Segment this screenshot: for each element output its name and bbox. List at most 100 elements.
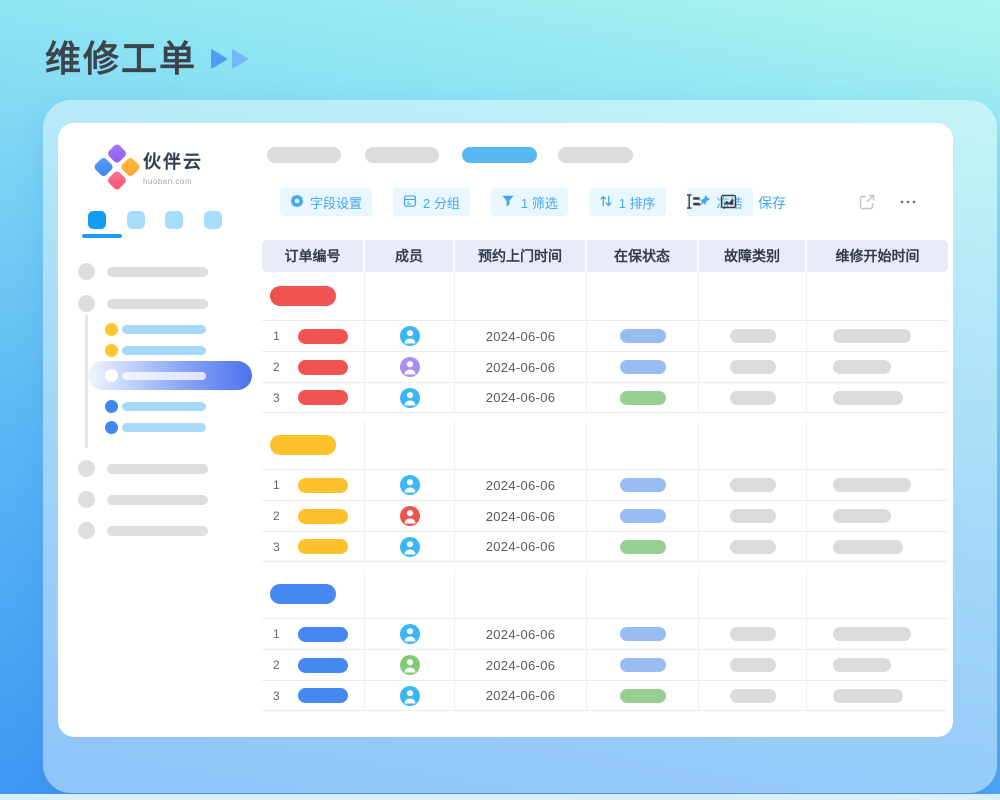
share-icon[interactable] xyxy=(858,193,876,216)
sidebar-tab-3[interactable] xyxy=(165,211,183,229)
appointment-date: 2024-06-06 xyxy=(455,470,587,500)
sidebar-tree-item[interactable] xyxy=(105,323,206,336)
sidebar-item[interactable] xyxy=(78,263,208,280)
toolbar-button-label: 1 排序 xyxy=(619,193,656,212)
table-group-blue: 12024-06-0622024-06-0632024-06-06 xyxy=(262,570,948,711)
placeholder-bar xyxy=(107,299,208,309)
toolbar-button-label: 1 筛选 xyxy=(521,193,558,212)
group-header-cell xyxy=(699,570,807,618)
view-tab-2[interactable] xyxy=(365,147,439,163)
group-header-cell xyxy=(365,570,455,618)
row-height-icon[interactable] xyxy=(685,193,702,215)
table-cell xyxy=(365,619,455,649)
table-group-yellow: 12024-06-0622024-06-0632024-06-06 xyxy=(262,421,948,562)
group-header-cell xyxy=(455,272,587,320)
table-cell: 3 xyxy=(262,383,365,412)
column-header[interactable]: 故障类别 xyxy=(699,240,807,272)
sidebar-item[interactable] xyxy=(78,522,208,539)
sidebar-item[interactable] xyxy=(78,460,208,477)
placeholder-dot xyxy=(78,460,95,477)
table-row[interactable]: 12024-06-06 xyxy=(262,469,948,500)
sidebar-item[interactable] xyxy=(78,295,208,312)
1 筛选-button[interactable]: 1 筛选 xyxy=(491,188,568,216)
sidebar-tree-item[interactable] xyxy=(105,421,206,434)
table-cell xyxy=(807,321,948,351)
table-cell xyxy=(365,681,455,710)
table-cell xyxy=(699,650,807,680)
view-tab-1[interactable] xyxy=(267,147,341,163)
page-header: 维修工单 xyxy=(45,30,248,82)
group-header-cell xyxy=(262,570,365,618)
double-play-icon xyxy=(211,49,248,69)
table-cell: 2 xyxy=(262,501,365,531)
1 排序-button[interactable]: 1 排序 xyxy=(589,188,666,216)
table-cell xyxy=(365,470,455,500)
table-cell xyxy=(699,619,807,649)
sidebar-tab-4[interactable] xyxy=(204,211,222,229)
group-header-cell xyxy=(455,421,587,469)
table-row[interactable]: 32024-06-06 xyxy=(262,382,948,413)
data-table: 订单编号成员预约上门时间在保状态故障类别维修开始时间12024-06-06220… xyxy=(262,240,948,711)
row-number: 3 xyxy=(273,540,283,554)
table-cell xyxy=(699,383,807,412)
table-row[interactable]: 12024-06-06 xyxy=(262,618,948,649)
2 分组-button[interactable]: 2 分组 xyxy=(393,188,470,216)
group-label-pill xyxy=(270,584,336,604)
column-header[interactable]: 订单编号 xyxy=(262,240,365,272)
column-header[interactable]: 维修开始时间 xyxy=(807,240,948,272)
table-row[interactable]: 22024-06-06 xyxy=(262,351,948,382)
sidebar-tab-1[interactable] xyxy=(88,211,106,229)
toolbar-button-label: 2 分组 xyxy=(423,193,460,212)
table-row[interactable]: 3 2024-06-06 xyxy=(262,531,948,562)
warranty-status-pill xyxy=(620,689,666,703)
group-header-cell xyxy=(587,272,699,320)
appointment-date: 2024-06-06 xyxy=(455,321,587,351)
brand-logo: 伙伴云 huoban.com xyxy=(100,148,203,186)
placeholder-dot xyxy=(78,263,95,280)
column-header[interactable]: 预约上门时间 xyxy=(455,240,587,272)
placeholder-bar xyxy=(122,346,206,355)
warranty-status-pill xyxy=(620,360,666,374)
column-header[interactable]: 在保状态 xyxy=(587,240,699,272)
table-cell: 2 xyxy=(262,352,365,382)
fault-category-pill xyxy=(730,391,776,405)
table-row[interactable]: 22024-06-06 xyxy=(262,500,948,531)
table-cell xyxy=(807,501,948,531)
warranty-status-pill xyxy=(620,627,666,641)
group-label-pill xyxy=(270,286,336,306)
fault-category-pill xyxy=(730,329,776,343)
chart-icon[interactable] xyxy=(720,193,737,215)
placeholder-dot xyxy=(78,491,95,508)
save-button[interactable]: 保存 xyxy=(758,193,786,213)
table-cell xyxy=(587,352,699,382)
column-header[interactable]: 成员 xyxy=(365,240,455,272)
order-id-pill xyxy=(298,360,348,375)
table-cell xyxy=(699,470,807,500)
warranty-status-pill xyxy=(620,658,666,672)
table-cell xyxy=(587,619,699,649)
repair-start-time-bar xyxy=(833,329,911,343)
warranty-status-pill xyxy=(620,329,666,343)
table-row[interactable]: 32024-06-06 xyxy=(262,680,948,711)
placeholder-bar xyxy=(107,464,208,474)
sidebar-tab-2[interactable] xyxy=(127,211,145,229)
sidebar-item-selected[interactable] xyxy=(88,361,252,390)
row-number: 3 xyxy=(273,689,283,703)
sidebar-item[interactable] xyxy=(78,491,208,508)
order-id-pill xyxy=(298,390,348,405)
sidebar-tree-item[interactable] xyxy=(105,344,206,357)
repair-start-time-bar xyxy=(833,509,891,523)
table-cell xyxy=(587,681,699,710)
table-row[interactable]: 12024-06-06 xyxy=(262,320,948,351)
more-options-icon[interactable] xyxy=(898,193,918,216)
view-tab-3[interactable] xyxy=(462,147,537,163)
row-number: 1 xyxy=(273,627,283,641)
view-tab-4[interactable] xyxy=(558,147,633,163)
fault-category-pill xyxy=(730,509,776,523)
appointment-date: 2024-06-06 xyxy=(455,532,587,561)
order-id-pill xyxy=(298,478,348,493)
字段设置-button[interactable]: 字段设置 xyxy=(280,188,372,216)
member-avatar xyxy=(400,388,420,408)
table-row[interactable]: 22024-06-06 xyxy=(262,649,948,680)
sidebar-tree-item[interactable] xyxy=(105,400,206,413)
